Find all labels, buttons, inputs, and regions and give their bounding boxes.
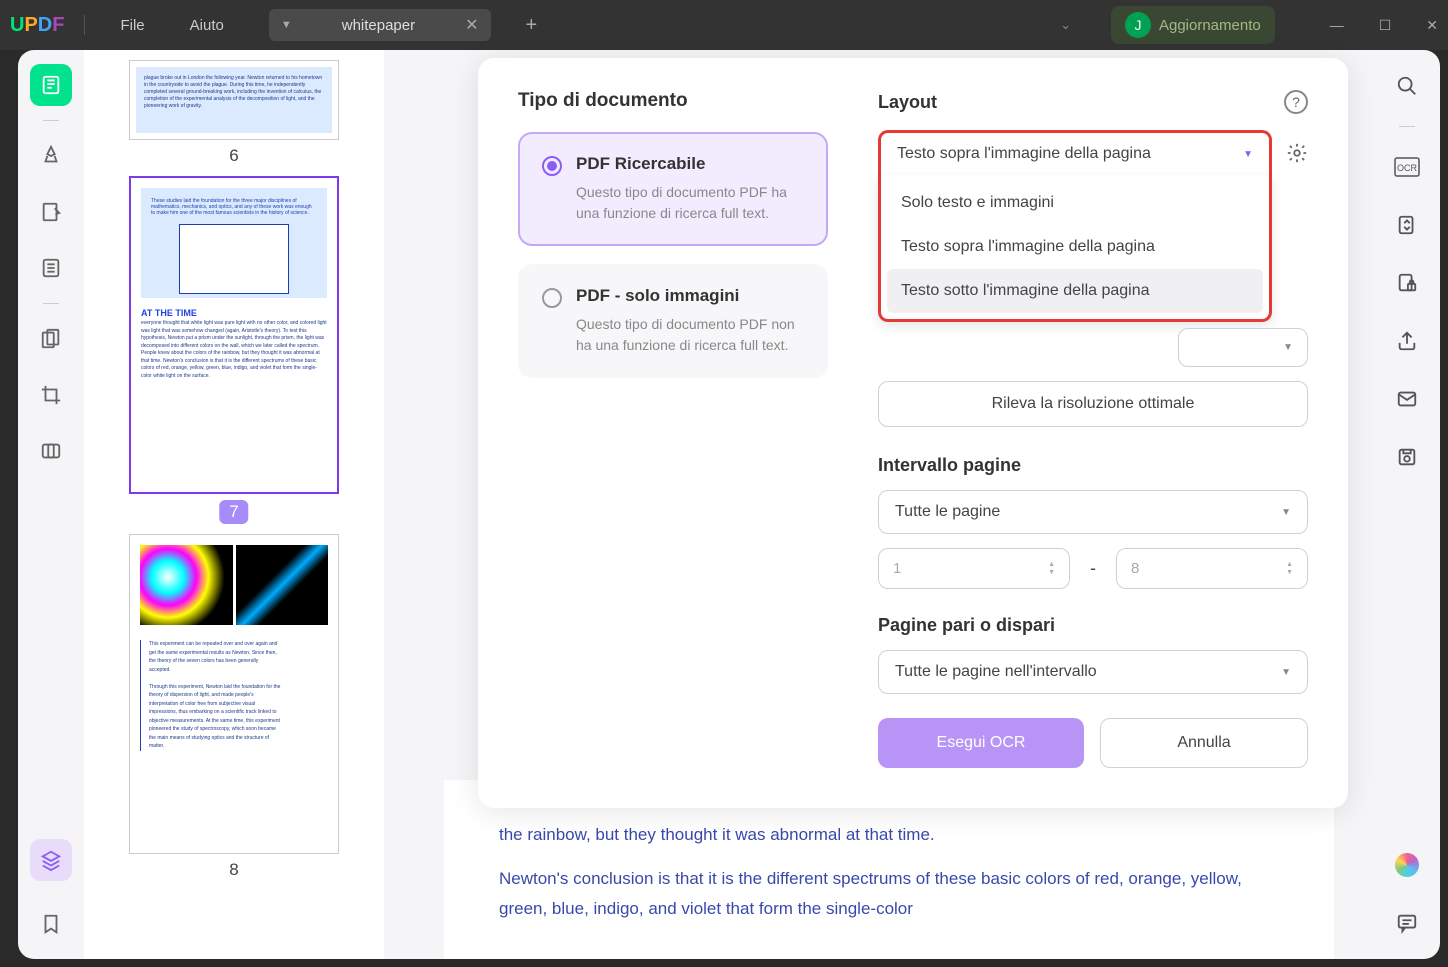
- ocr-icon[interactable]: OCR: [1389, 149, 1425, 185]
- layout-option-text-under[interactable]: Testo sotto l'immagine della pagina: [887, 269, 1263, 313]
- gear-icon[interactable]: [1286, 142, 1308, 164]
- reader-tool[interactable]: [30, 64, 72, 106]
- page-from-input[interactable]: 1 ▲▼: [878, 548, 1070, 589]
- doc-type-image-only[interactable]: PDF - solo immagini Questo tipo di docum…: [518, 264, 828, 378]
- page-to-input[interactable]: 8 ▲▼: [1116, 548, 1308, 589]
- layout-dropdown: Solo testo e immagini Testo sopra l'imma…: [878, 175, 1272, 322]
- spinner-down-icon[interactable]: ▼: [1286, 569, 1293, 576]
- search-icon[interactable]: [1389, 68, 1425, 104]
- save-icon[interactable]: [1389, 439, 1425, 475]
- doc-type-desc: Questo tipo di documento PDF ha una funz…: [576, 182, 804, 224]
- ocr-panel: Tipo di documento PDF Ricercabile Questo…: [478, 58, 1348, 808]
- detect-resolution-button[interactable]: Rileva la risoluzione ottimale: [878, 381, 1308, 427]
- menu-help[interactable]: Aiuto: [175, 9, 239, 42]
- page-range-heading: Intervallo pagine: [878, 455, 1308, 476]
- run-ocr-button[interactable]: Esegui OCR: [878, 718, 1084, 768]
- crop-tool[interactable]: [30, 374, 72, 416]
- radio-icon: [542, 156, 562, 176]
- update-text: Aggiornamento: [1159, 17, 1261, 34]
- edit-tool[interactable]: [30, 191, 72, 233]
- highlight-tool[interactable]: [30, 135, 72, 177]
- resolution-value[interactable]: 300▼: [1178, 328, 1308, 367]
- layers-tool[interactable]: [30, 839, 72, 881]
- doc-text: the rainbow, but they thought it was abn…: [499, 820, 1279, 850]
- layout-heading: Layout: [878, 92, 937, 113]
- doc-type-title: PDF - solo immagini: [576, 286, 804, 306]
- thumbnail-panel: plague broke out in London the following…: [84, 50, 384, 959]
- divider: [1399, 126, 1415, 127]
- right-toolbar: OCR: [1374, 50, 1440, 959]
- add-tab-icon[interactable]: +: [526, 14, 538, 37]
- select-value: Testo sopra l'immagine della pagina: [897, 145, 1151, 163]
- page-range-select[interactable]: Tutte le pagine ▼: [878, 490, 1308, 534]
- page-thumbnail-7[interactable]: These studies laid the foundation for th…: [129, 176, 339, 524]
- divider: [84, 15, 85, 35]
- odd-even-select[interactable]: Tutte le pagine nell'intervallo ▼: [878, 650, 1308, 694]
- tab-title: whitepaper: [322, 17, 435, 34]
- left-toolbar: [18, 50, 84, 959]
- convert-icon[interactable]: [1389, 207, 1425, 243]
- email-icon[interactable]: [1389, 381, 1425, 417]
- organize-tool[interactable]: [30, 318, 72, 360]
- protect-icon[interactable]: [1389, 265, 1425, 301]
- layout-option-text-images[interactable]: Solo testo e immagini: [887, 181, 1263, 225]
- chevron-down-icon: ▼: [1281, 667, 1291, 678]
- layout-select[interactable]: Testo sopra l'immagine della pagina ▼: [878, 130, 1272, 175]
- doc-text: Newton's conclusion is that it is the di…: [499, 864, 1279, 924]
- doc-type-desc: Questo tipo di documento PDF non ha una …: [576, 314, 804, 356]
- spinner-up-icon[interactable]: ▲: [1048, 561, 1055, 568]
- page-thumbnail-8[interactable]: This experiment can be repeated over and…: [129, 534, 339, 880]
- bookmark-tool[interactable]: [30, 903, 72, 945]
- cancel-button[interactable]: Annulla: [1100, 718, 1308, 768]
- page-number: 7: [219, 500, 248, 524]
- close-icon[interactable]: ✕: [465, 15, 478, 35]
- menu-file[interactable]: File: [105, 9, 159, 42]
- tab-dropdown-icon[interactable]: ▼: [281, 19, 292, 31]
- spinner-down-icon[interactable]: ▼: [1048, 569, 1055, 576]
- share-icon[interactable]: [1389, 323, 1425, 359]
- user-avatar: J: [1125, 12, 1151, 38]
- layout-option-text-over[interactable]: Testo sopra l'immagine della pagina: [887, 225, 1263, 269]
- chevron-down-icon: ▼: [1283, 342, 1293, 353]
- minimize-icon[interactable]: —: [1330, 17, 1344, 34]
- spinner-up-icon[interactable]: ▲: [1286, 561, 1293, 568]
- odd-even-heading: Pagine pari o dispari: [878, 615, 1308, 636]
- divider: [43, 120, 59, 121]
- pages-tool[interactable]: [30, 247, 72, 289]
- page-number: 6: [129, 146, 339, 166]
- page-number: 8: [129, 860, 339, 880]
- select-value: Tutte le pagine nell'intervallo: [895, 663, 1097, 681]
- radio-icon: [542, 288, 562, 308]
- select-value: Tutte le pagine: [895, 503, 1000, 521]
- svg-text:OCR: OCR: [1397, 163, 1418, 173]
- doc-type-heading: Tipo di documento: [518, 90, 828, 112]
- doc-type-title: PDF Ricercabile: [576, 154, 804, 174]
- maximize-icon[interactable]: ☐: [1379, 17, 1392, 34]
- ai-icon[interactable]: [1389, 847, 1425, 883]
- divider: [43, 303, 59, 304]
- range-dash: -: [1090, 558, 1096, 579]
- titlebar: UPDF File Aiuto ▼ whitepaper ✕ + ⌄ J Agg…: [0, 0, 1448, 50]
- window-controls: — ☐ ✕: [1330, 17, 1438, 34]
- comment-icon[interactable]: [1389, 905, 1425, 941]
- compare-tool[interactable]: [30, 430, 72, 472]
- doc-type-searchable[interactable]: PDF Ricercabile Questo tipo di documento…: [518, 132, 828, 246]
- close-window-icon[interactable]: ✕: [1426, 17, 1438, 34]
- document-tab[interactable]: ▼ whitepaper ✕: [269, 9, 491, 41]
- help-icon[interactable]: ?: [1284, 90, 1308, 114]
- update-badge[interactable]: J Aggiornamento: [1111, 6, 1275, 44]
- page-thumbnail-6[interactable]: plague broke out in London the following…: [129, 60, 339, 166]
- chevron-down-icon[interactable]: ⌄: [1060, 17, 1071, 33]
- chevron-down-icon: ▼: [1281, 507, 1291, 518]
- chevron-down-icon: ▼: [1243, 149, 1253, 160]
- app-logo: UPDF: [10, 14, 64, 37]
